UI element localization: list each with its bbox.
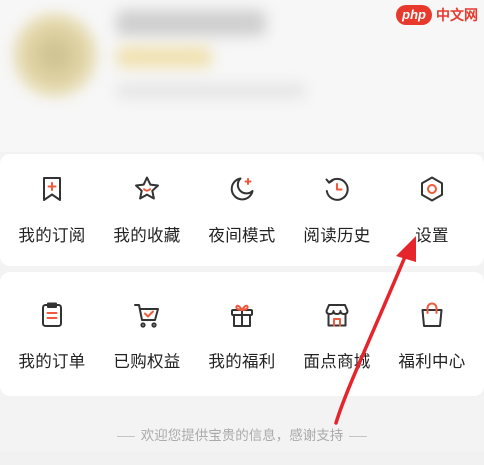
user-subtitle-blurred bbox=[116, 84, 306, 98]
gift-icon bbox=[227, 300, 257, 330]
menu-item-label: 夜间模式 bbox=[208, 226, 276, 245]
menu-item-label: 设置 bbox=[415, 226, 449, 245]
menu-item-label: 面点商城 bbox=[303, 352, 371, 371]
star-face-icon bbox=[132, 174, 162, 204]
menu-item-purchased-benefits[interactable]: 已购权益 bbox=[101, 272, 193, 396]
feedback-footer: 欢迎您提供宝贵的信息，感谢支持 bbox=[0, 424, 484, 444]
gear-icon bbox=[417, 174, 447, 204]
bookmark-plus-icon bbox=[37, 174, 67, 204]
user-name-blurred bbox=[116, 10, 266, 36]
divider bbox=[116, 435, 135, 437]
menu-item-label: 福利中心 bbox=[398, 352, 466, 371]
moon-icon bbox=[227, 174, 257, 204]
shopping-bag-icon bbox=[417, 300, 447, 330]
user-badge-blurred bbox=[116, 46, 212, 68]
menu-item-my-welfare[interactable]: 我的福利 bbox=[196, 272, 288, 396]
footer-text: 欢迎您提供宝贵的信息，感谢支持 bbox=[140, 428, 344, 444]
menu-item-subscriptions[interactable]: 我的订阅 bbox=[6, 154, 98, 266]
menu-item-night-mode[interactable]: 夜间模式 bbox=[196, 154, 288, 266]
menu-item-label: 阅读历史 bbox=[303, 226, 371, 245]
menu-item-label: 我的福利 bbox=[208, 352, 276, 371]
quick-actions-card: 我的订阅 我的收藏 夜间模式 阅读历史 设置 bbox=[0, 154, 484, 266]
order-clipboard-icon bbox=[37, 300, 67, 330]
cart-check-icon bbox=[132, 300, 162, 330]
services-card: 我的订单 已购权益 我的福利 面点商城 福利中心 bbox=[0, 272, 484, 396]
watermark-text: 中文网 bbox=[436, 8, 478, 24]
menu-item-label: 我的订单 bbox=[18, 352, 86, 371]
avatar[interactable] bbox=[12, 12, 98, 98]
store-icon bbox=[322, 300, 352, 330]
menu-item-label: 已购权益 bbox=[113, 352, 181, 371]
menu-item-label: 我的收藏 bbox=[113, 226, 181, 245]
history-clock-icon bbox=[322, 174, 352, 204]
menu-item-pastry-mall[interactable]: 面点商城 bbox=[291, 272, 383, 396]
menu-item-label: 我的订阅 bbox=[18, 226, 86, 245]
site-watermark: php 中文网 bbox=[396, 4, 478, 26]
divider bbox=[349, 435, 368, 437]
menu-item-favorites[interactable]: 我的收藏 bbox=[101, 154, 193, 266]
menu-item-reading-history[interactable]: 阅读历史 bbox=[291, 154, 383, 266]
menu-item-settings[interactable]: 设置 bbox=[386, 154, 478, 266]
menu-item-orders[interactable]: 我的订单 bbox=[6, 272, 98, 396]
watermark-logo: php bbox=[396, 5, 432, 25]
bottom-strip bbox=[0, 452, 484, 465]
menu-item-welfare-center[interactable]: 福利中心 bbox=[386, 272, 478, 396]
